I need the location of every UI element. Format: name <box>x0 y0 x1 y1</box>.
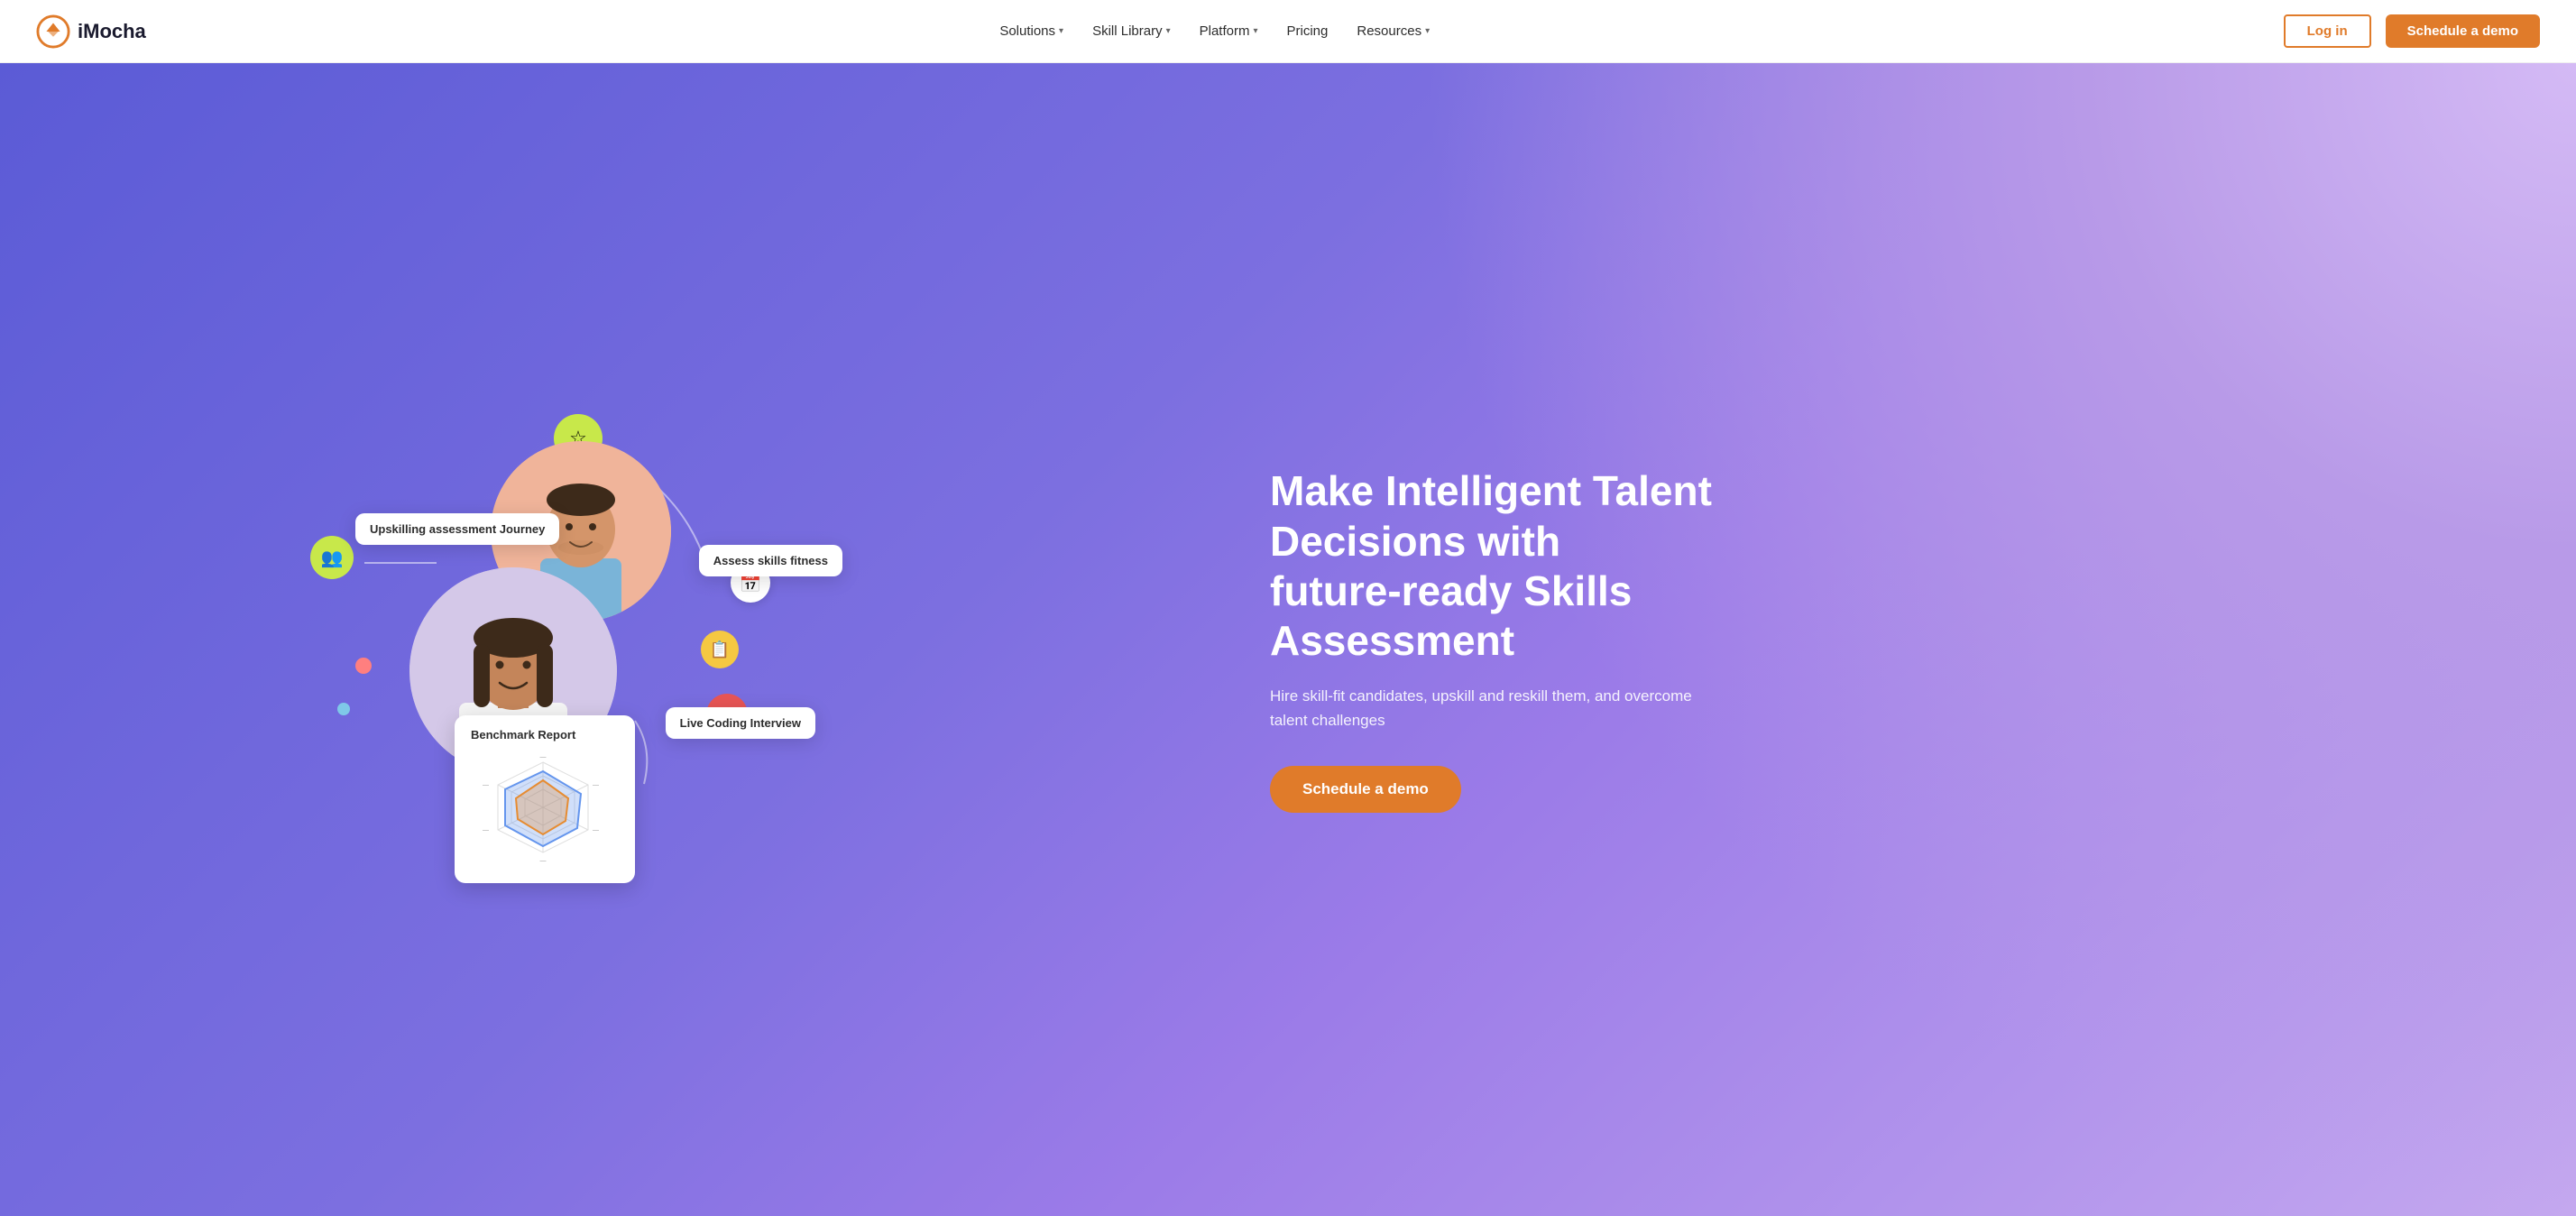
nav-item-skill-library[interactable]: Skill Library ▾ <box>1092 23 1171 39</box>
assess-skills-card-text: Assess skills fitness <box>713 554 828 567</box>
hero-illustration: ☆ 👥 <box>0 369 1234 910</box>
upskilling-card-text: Upskilling assessment Journey <box>370 522 545 536</box>
assess-skills-card: Assess skills fitness <box>699 545 842 576</box>
nav-links: Solutions ▾ Skill Library ▾ Platform ▾ P… <box>999 23 1430 39</box>
people-icon: 👥 <box>321 547 344 569</box>
nav-link-solutions[interactable]: Solutions ▾ <box>999 23 1063 39</box>
nav-item-pricing[interactable]: Pricing <box>1287 23 1329 39</box>
svg-text:—: — <box>483 782 489 788</box>
nav-link-skill-library[interactable]: Skill Library ▾ <box>1092 23 1171 39</box>
logo-text: iMocha <box>78 20 146 43</box>
nav-item-resources[interactable]: Resources ▾ <box>1357 23 1430 39</box>
chevron-down-icon: ▾ <box>1059 26 1063 36</box>
nav-link-pricing[interactable]: Pricing <box>1287 23 1329 39</box>
schedule-demo-button-hero[interactable]: Schedule a demo <box>1270 766 1461 813</box>
decorative-dot-blue <box>337 703 350 715</box>
benchmark-radar-chart: — — — — — — <box>471 749 615 866</box>
nav-item-solutions[interactable]: Solutions ▾ <box>999 23 1063 39</box>
doc-icon-bubble: 📋 <box>701 631 739 668</box>
nav-link-resources[interactable]: Resources ▾ <box>1357 23 1430 39</box>
people-icon-bubble: 👥 <box>310 536 354 579</box>
benchmark-report-title: Benchmark Report <box>471 728 619 742</box>
hero-section: ☆ 👥 <box>0 63 2576 1216</box>
schedule-demo-button-nav[interactable]: Schedule a demo <box>2386 14 2540 48</box>
live-coding-card-text: Live Coding Interview <box>680 716 801 730</box>
nav-item-platform[interactable]: Platform ▾ <box>1200 23 1258 39</box>
document-icon: 📋 <box>710 640 730 659</box>
svg-text:—: — <box>483 827 489 834</box>
upskilling-card: Upskilling assessment Journey <box>355 513 559 545</box>
imocha-logo-icon <box>36 14 70 49</box>
live-coding-card: Live Coding Interview <box>666 707 815 739</box>
hero-subtext: Hire skill-fit candidates, upskill and r… <box>1270 684 1703 732</box>
navbar: iMocha Solutions ▾ Skill Library ▾ Platf… <box>0 0 2576 63</box>
benchmark-report-card: Benchmark Report — — <box>455 715 635 883</box>
svg-text:—: — <box>540 754 547 760</box>
nav-actions: Log in Schedule a demo <box>2284 14 2540 48</box>
logo-link[interactable]: iMocha <box>36 14 146 49</box>
decorative-dot-pink <box>355 658 372 674</box>
nav-link-platform[interactable]: Platform ▾ <box>1200 23 1258 39</box>
chevron-down-icon: ▾ <box>1425 26 1430 36</box>
svg-text:—: — <box>593 827 599 834</box>
hero-heading: Make Intelligent Talent Decisions with f… <box>1270 466 2504 666</box>
login-button[interactable]: Log in <box>2284 14 2371 48</box>
chevron-down-icon: ▾ <box>1253 26 1257 36</box>
svg-text:—: — <box>593 782 599 788</box>
hero-content: Make Intelligent Talent Decisions with f… <box>1234 412 2576 866</box>
svg-text:—: — <box>540 858 547 864</box>
illustration-area: ☆ 👥 <box>364 387 869 892</box>
chevron-down-icon: ▾ <box>1166 26 1171 36</box>
